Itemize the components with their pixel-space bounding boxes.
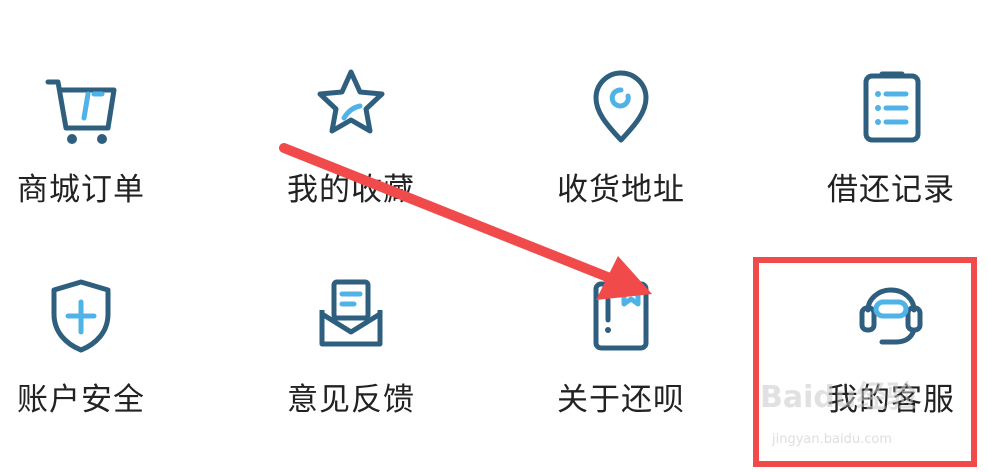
shield-plus-icon (51, 279, 111, 353)
clipboard-list-icon (863, 71, 921, 143)
menu-item-label: 借还记录 (827, 172, 955, 208)
menu-item-account-security[interactable]: 账户安全 (0, 270, 181, 460)
menu-item-label: 意见反馈 (287, 382, 415, 418)
location-pin-icon (593, 70, 649, 143)
menu-item-shipping-address[interactable]: 收货地址 (521, 60, 721, 250)
menu-item-label: 我的收藏 (287, 172, 415, 208)
star-icon (317, 69, 385, 134)
shopping-cart-icon (45, 79, 117, 144)
menu-item-borrow-records[interactable]: 借还记录 (791, 60, 988, 250)
highlight-box (753, 257, 977, 467)
menu-item-label: 账户安全 (17, 382, 145, 418)
envelope-letter-icon (319, 279, 383, 347)
menu-item-about[interactable]: 关于还呗 (521, 270, 721, 460)
menu-item-mall-orders[interactable]: 商城订单 (0, 60, 181, 250)
menu-item-label: 关于还呗 (557, 382, 685, 418)
menu-item-label: 收货地址 (557, 172, 685, 208)
menu-item-label: 商城订单 (17, 172, 145, 208)
menu-item-feedback[interactable]: 意见反馈 (251, 270, 451, 460)
book-bookmark-icon (593, 281, 649, 351)
menu-item-favorites[interactable]: 我的收藏 (251, 60, 451, 250)
